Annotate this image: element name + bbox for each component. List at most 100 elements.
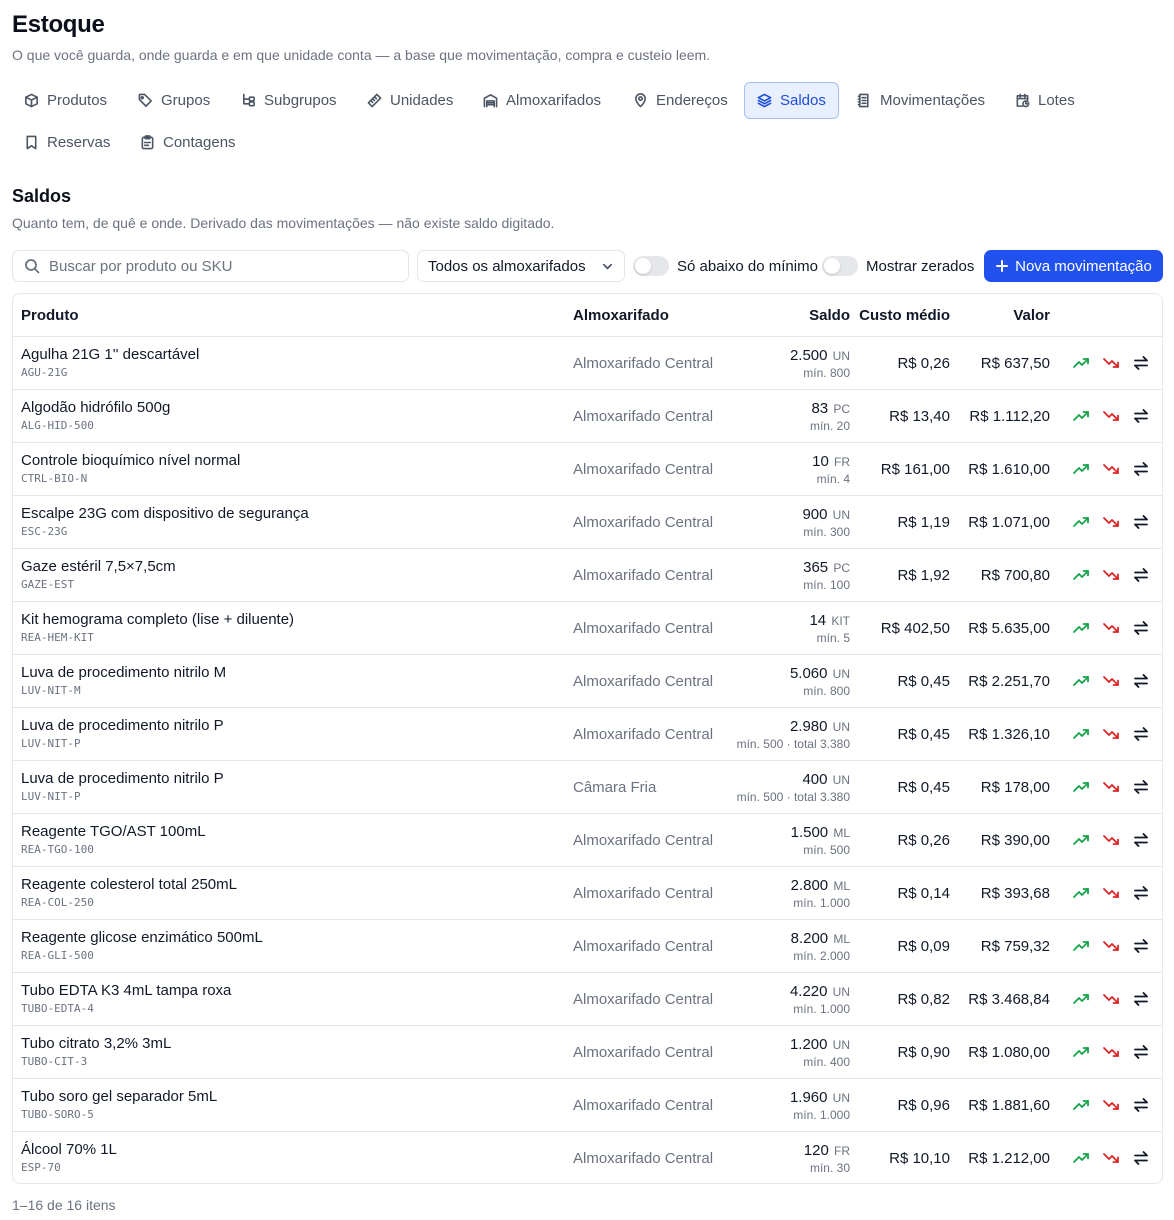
entry-movement-button[interactable] (1072, 937, 1090, 955)
product-sku: AGU-21G (21, 366, 68, 379)
exit-movement-button[interactable] (1102, 354, 1120, 372)
exit-movement-button[interactable] (1102, 990, 1120, 1008)
exit-movement-button[interactable] (1102, 619, 1120, 637)
entry-movement-button[interactable] (1072, 672, 1090, 690)
entry-movement-button[interactable] (1072, 566, 1090, 584)
exit-movement-button[interactable] (1102, 513, 1120, 531)
transfer-button[interactable] (1132, 354, 1150, 372)
transfer-arrows-icon (1132, 727, 1150, 747)
transfer-arrows-icon (1132, 780, 1150, 800)
entry-movement-button[interactable] (1072, 778, 1090, 796)
entry-movement-button[interactable] (1072, 831, 1090, 849)
balance-value: 900 (802, 506, 828, 523)
transfer-button[interactable] (1132, 513, 1150, 531)
table-row[interactable]: Luva de procedimento nitrilo P LUV-NIT-P A… (13, 708, 1162, 761)
avg-cost: R$ 0,26 (897, 832, 950, 849)
warehouse-name: Almoxarifado Central (573, 938, 714, 955)
entry-movement-button[interactable] (1072, 1043, 1090, 1061)
table-row[interactable]: Álcool 70% 1L ESP-70 Almoxarifado Central 1… (13, 1132, 1162, 1183)
entry-movement-button[interactable] (1072, 884, 1090, 902)
table-row[interactable]: Kit hemograma completo (lise + diluente)… (13, 602, 1162, 655)
transfer-button[interactable] (1132, 778, 1150, 796)
warehouse-name: Câmara Fria (573, 779, 657, 796)
transfer-button[interactable] (1132, 725, 1150, 743)
tab-subgrupos[interactable]: Subgrupos (229, 82, 349, 119)
balance-qty: 14 KIT (809, 612, 850, 629)
search-field[interactable] (12, 250, 409, 282)
exit-movement-button[interactable] (1102, 460, 1120, 478)
tab-lotes[interactable]: Lotes (1003, 82, 1087, 119)
table-row[interactable]: Controle bioquímico nível normal CTRL-BIO… (13, 443, 1162, 496)
table-row[interactable]: Reagente glicose enzimático 500mL REA-GLI… (13, 920, 1162, 973)
tab-produtos[interactable]: Produtos (12, 82, 119, 119)
below-min-toggle[interactable] (633, 256, 669, 276)
entry-movement-button[interactable] (1072, 990, 1090, 1008)
balance-value: 2.500 (789, 347, 828, 364)
table-row[interactable]: Gaze estéril 7,5×7,5cm GAZE-EST Almoxarifa… (13, 549, 1162, 602)
table-row[interactable]: Reagente TGO/AST 100mL REA-TGO-100 Almoxar… (13, 814, 1162, 867)
transfer-button[interactable] (1132, 619, 1150, 637)
transfer-button[interactable] (1132, 884, 1150, 902)
tab-reservas[interactable]: Reservas (12, 124, 122, 161)
transfer-button[interactable] (1132, 672, 1150, 690)
entry-movement-button[interactable] (1072, 407, 1090, 425)
tab-saldos[interactable]: Saldos (744, 82, 839, 119)
warehouse-filter-select[interactable]: Todos os almoxarifados (417, 250, 625, 282)
table-row[interactable]: Agulha 21G 1'' descartável AGU-21G Almoxar… (13, 337, 1162, 390)
search-input[interactable] (49, 257, 379, 275)
entry-movement-button[interactable] (1072, 725, 1090, 743)
entry-movement-button[interactable] (1072, 1149, 1090, 1167)
table-row[interactable]: Luva de procedimento nitrilo M LUV-NIT-M A… (13, 655, 1162, 708)
table-row[interactable]: Luva de procedimento nitrilo P LUV-NIT-P C… (13, 761, 1162, 814)
table-row[interactable]: Escalpe 23G com dispositivo de segurança… (13, 496, 1162, 549)
entry-movement-button[interactable] (1072, 513, 1090, 531)
exit-movement-button[interactable] (1102, 778, 1120, 796)
transfer-button[interactable] (1132, 460, 1150, 478)
trending-down-icon (1102, 676, 1120, 694)
exit-movement-button[interactable] (1102, 725, 1120, 743)
new-movement-button[interactable]: Nova movimentação (984, 250, 1163, 282)
table-row[interactable]: Tubo soro gel separador 5mL TUBO-SORO-5 Al… (13, 1079, 1162, 1132)
exit-movement-button[interactable] (1102, 831, 1120, 849)
tab-contagens[interactable]: Contagens (128, 124, 248, 161)
exit-movement-button[interactable] (1102, 407, 1120, 425)
warehouse-name: Almoxarifado Central (573, 991, 714, 1008)
entry-movement-button[interactable] (1072, 354, 1090, 372)
warehouse-name: Almoxarifado Central (573, 1150, 714, 1167)
table-row[interactable]: Tubo citrato 3,2% 3mL TUBO-CIT-3 Almoxarif… (13, 1026, 1162, 1079)
tab-unidades[interactable]: Unidades (355, 82, 465, 119)
exit-movement-button[interactable] (1102, 1149, 1120, 1167)
exit-movement-button[interactable] (1102, 672, 1120, 690)
exit-movement-button[interactable] (1102, 884, 1120, 902)
tab-grupos[interactable]: Grupos (126, 82, 222, 119)
transfer-button[interactable] (1132, 831, 1150, 849)
transfer-button[interactable] (1132, 937, 1150, 955)
entry-movement-button[interactable] (1072, 619, 1090, 637)
transfer-arrows-icon (1132, 1151, 1150, 1171)
transfer-button[interactable] (1132, 1149, 1150, 1167)
minimum-info: mín. 800 (803, 366, 850, 380)
table-row[interactable]: Tubo EDTA K3 4mL tampa roxa TUBO-EDTA-4 Al… (13, 973, 1162, 1026)
tab-almoxarifados[interactable]: Almoxarifados (471, 82, 613, 119)
transfer-button[interactable] (1132, 1096, 1150, 1114)
show-zero-toggle[interactable] (822, 256, 858, 276)
entry-movement-button[interactable] (1072, 1096, 1090, 1114)
transfer-button[interactable] (1132, 407, 1150, 425)
exit-movement-button[interactable] (1102, 937, 1120, 955)
exit-movement-button[interactable] (1102, 1096, 1120, 1114)
exit-movement-button[interactable] (1102, 566, 1120, 584)
trending-up-icon (1072, 729, 1090, 747)
table-row[interactable]: Algodão hidrófilo 500g ALG-HID-500 Almoxar… (13, 390, 1162, 443)
entry-movement-button[interactable] (1072, 460, 1090, 478)
transfer-button[interactable] (1132, 990, 1150, 1008)
table-row[interactable]: Reagente colesterol total 250mL REA-COL-2… (13, 867, 1162, 920)
tab-movimentacoes[interactable]: Movimentações (845, 82, 997, 119)
product-sku: TUBO-CIT-3 (21, 1055, 88, 1068)
chevron-down-icon (602, 263, 613, 269)
stock-value: R$ 390,00 (980, 832, 1050, 849)
transfer-button[interactable] (1132, 1043, 1150, 1061)
product-sku: LUV-NIT-P (21, 737, 81, 750)
tab-enderecos[interactable]: Endereços (621, 82, 740, 119)
transfer-button[interactable] (1132, 566, 1150, 584)
exit-movement-button[interactable] (1102, 1043, 1120, 1061)
